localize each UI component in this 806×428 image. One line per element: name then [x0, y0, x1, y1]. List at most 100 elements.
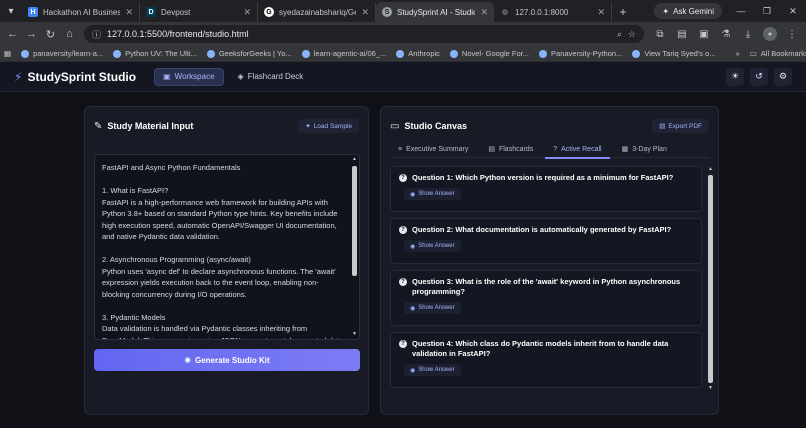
gemini-sparkle-icon: ✦ [662, 6, 670, 16]
chrome-labs-icon[interactable]: ⚗ [716, 24, 736, 44]
close-tab-icon[interactable]: ✕ [243, 7, 251, 18]
nav-tab-workspace[interactable]: ▣ Workspace [154, 67, 224, 86]
extensions-icon[interactable]: ⧉ [650, 24, 670, 44]
site-info-icon[interactable]: ⓘ [92, 28, 101, 41]
close-tab-icon[interactable]: ✕ [597, 7, 605, 18]
bookmark-label: GeeksforGeeks | Yo... [218, 49, 292, 58]
browser-tab[interactable]: H Hackathon AI Business Plan - ✕ [22, 2, 140, 22]
close-window-icon[interactable]: ✕ [780, 0, 806, 22]
reading-list-icon[interactable]: ▤ [672, 24, 692, 44]
bookmark-label: Python UV: The Ulti... [125, 49, 197, 58]
bookmark-item[interactable]: learn-agentic-ai/06_... [301, 49, 387, 58]
close-tab-icon[interactable]: ✕ [480, 7, 488, 18]
browser-tab[interactable]: ◍ 127.0.0.1:8000 ✕ [494, 2, 612, 22]
tab-groups-icon[interactable]: ▣ [694, 24, 714, 44]
scroll-down-icon[interactable]: ▼ [707, 385, 714, 392]
bookmark-item[interactable]: Python UV: The Ulti... [113, 49, 197, 58]
tab-search-icon[interactable]: ▾ [0, 0, 22, 22]
show-answer-label: Show Answer [418, 191, 455, 197]
generate-studio-kit-button[interactable]: ✺ Generate Studio Kit [94, 349, 360, 371]
textarea-scrollbar[interactable]: ▲ ▼ [351, 156, 358, 338]
scroll-up-icon[interactable]: ▲ [707, 166, 714, 173]
reload-icon[interactable]: ↻ [42, 24, 59, 44]
load-sample-button[interactable]: ✦ Load Sample [298, 119, 359, 133]
show-answer-button[interactable]: ◉ Show Answer [404, 302, 461, 314]
ask-gemini-button[interactable]: ✦ Ask Gemini [654, 3, 722, 19]
tab-flashcards[interactable]: ▤ Flashcards [480, 140, 541, 158]
download-icon[interactable]: ⤓ [738, 24, 758, 44]
nav-tab-label: Workspace [174, 72, 215, 81]
url-text: 127.0.0.1:5500/frontend/studio.html [107, 29, 249, 39]
canvas-scrollbar[interactable]: ▲ ▼ [707, 166, 714, 392]
nav-tab-flashcard-deck[interactable]: ◈ Flashcard Deck [230, 68, 312, 86]
menu-kebab-icon[interactable]: ⋮ [782, 24, 802, 44]
home-icon[interactable]: ⌂ [61, 24, 78, 44]
question-icon: ? [399, 226, 407, 234]
scroll-down-icon[interactable]: ▼ [351, 331, 358, 338]
browser-tab-active[interactable]: S StudySprint AI - Studio Worksp ✕ [376, 2, 494, 22]
restore-icon[interactable]: ❐ [754, 0, 780, 22]
show-answer-button[interactable]: ◉ Show Answer [404, 240, 461, 252]
browser-tab-strip: ▾ H Hackathon AI Business Plan - ✕ D Dev… [0, 0, 806, 22]
question-row: ? Question 1: Which Python version is re… [399, 173, 693, 183]
tab-3-day-plan[interactable]: ▦ 3-Day Plan [614, 140, 675, 158]
globe-favicon-icon: S [382, 7, 392, 17]
minimize-icon[interactable]: — [728, 0, 754, 22]
zoom-icon[interactable]: ⌕ [617, 29, 622, 40]
bookmark-label: Anthropic [408, 49, 440, 58]
brand: ⚡ StudySprint Studio [14, 70, 136, 84]
globe-icon [539, 49, 548, 58]
close-tab-icon[interactable]: ✕ [125, 7, 133, 18]
scroll-thumb[interactable] [352, 166, 357, 276]
bookmark-item[interactable]: GeeksforGeeks | Yo... [206, 49, 292, 58]
doc-favicon-icon: H [28, 7, 38, 17]
address-bar[interactable]: ⓘ 127.0.0.1:5500/frontend/studio.html ⌕ … [84, 25, 644, 43]
more-bookmarks-icon[interactable]: » [736, 49, 740, 58]
nav-tab-label: Flashcard Deck [247, 72, 304, 81]
tab-executive-summary[interactable]: ≡ Executive Summary [390, 140, 476, 158]
export-pdf-button[interactable]: ▤ Export PDF [652, 119, 709, 133]
new-tab-button[interactable]: + [612, 2, 634, 22]
browser-tab[interactable]: D Devpost ✕ [140, 2, 258, 22]
browser-toolbar: ← → ↻ ⌂ ⓘ 127.0.0.1:5500/frontend/studio… [0, 22, 806, 46]
question-circle-icon: ? [553, 145, 558, 153]
close-tab-icon[interactable]: ✕ [361, 7, 369, 18]
browser-tab[interactable]: G syedazainabshariq/Gemini30 ( ✕ [258, 2, 376, 22]
scroll-up-icon[interactable]: ▲ [351, 156, 358, 163]
sparkle-icon: ✺ [184, 355, 191, 365]
generate-label: Generate Studio Kit [195, 355, 270, 365]
history-icon[interactable]: ↺ [750, 67, 768, 86]
browser-tab-title: Devpost [161, 7, 191, 17]
tab-label: Executive Summary [406, 145, 469, 153]
study-material-text[interactable]: FastAPI and Async Python Fundamentals 1.… [95, 155, 359, 339]
study-material-textarea[interactable]: FastAPI and Async Python Fundamentals 1.… [94, 154, 360, 340]
forward-arrow-icon[interactable]: → [23, 24, 40, 44]
settings-gear-icon[interactable]: ⚙ [774, 67, 792, 86]
show-answer-button[interactable]: ◉ Show Answer [404, 188, 461, 200]
back-arrow-icon[interactable]: ← [4, 24, 21, 44]
bookmark-label: learn-agentic-ai/06_... [313, 49, 387, 58]
folder-icon: ▭ [749, 49, 757, 58]
bookmark-item[interactable]: Panaversity-Python... [539, 49, 622, 58]
question-text: Question 2: What documentation is automa… [412, 225, 672, 234]
bookmark-label: panaversity/learn-a... [33, 49, 104, 58]
apps-grid-icon[interactable]: ▦ [4, 49, 11, 58]
bookmark-item[interactable]: Novel- Google For... [449, 49, 529, 58]
tab-active-recall[interactable]: ? Active Recall [545, 140, 610, 159]
bookmark-item[interactable]: View Tariq Syed's o... [632, 49, 716, 58]
bookmark-star-icon[interactable]: ☆ [628, 29, 636, 40]
bookmark-item[interactable]: Anthropic [396, 49, 440, 58]
all-bookmarks[interactable]: ▭ All Bookmarks [750, 49, 806, 58]
question-card: ? Question 2: What documentation is auto… [390, 218, 702, 264]
question-icon: ? [399, 278, 407, 286]
panel-title-text: Studio Canvas [404, 121, 467, 131]
scroll-thumb[interactable] [708, 175, 713, 383]
show-answer-button[interactable]: ◉ Show Answer [404, 364, 461, 376]
question-text: Question 3: What is the role of the 'awa… [412, 277, 681, 296]
bookmark-item[interactable]: panaversity/learn-a... [21, 49, 103, 58]
list-icon: ≡ [398, 145, 403, 153]
bookmark-label: Panaversity-Python... [551, 49, 623, 58]
theme-sun-icon[interactable]: ☀ [726, 67, 744, 86]
profile-avatar-icon[interactable]: ● [763, 27, 777, 41]
browser-tab-title: Hackathon AI Business Plan - [43, 7, 121, 17]
